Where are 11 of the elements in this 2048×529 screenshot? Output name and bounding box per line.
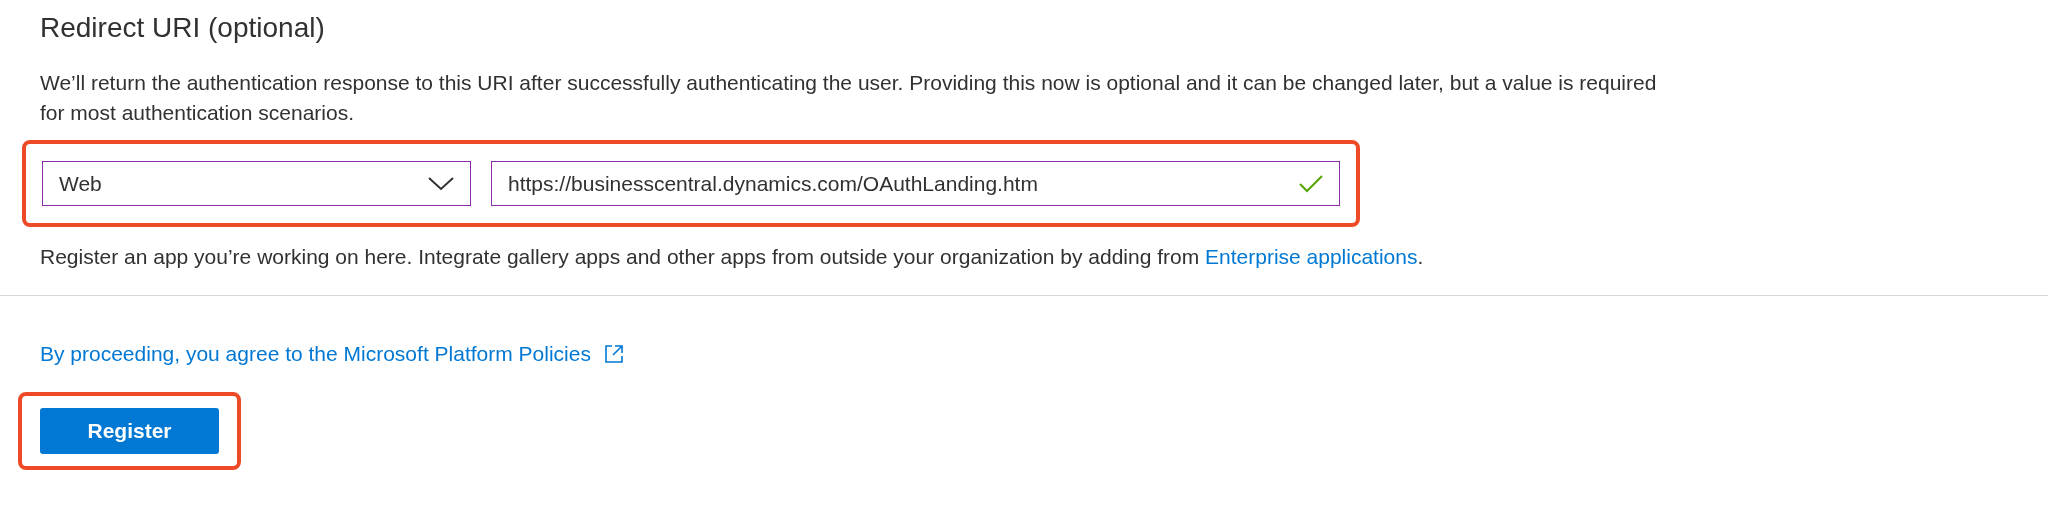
- hint-text: Register an app you’re working on here. Integrate gallery apps and other apps from outside your organization by adding from Enterprise applications.: [40, 245, 1425, 269]
- checkmark-icon: [1299, 174, 1323, 193]
- platform-policies-link[interactable]: By proceeding, you agree to the Microsoft Platform Policies: [40, 342, 591, 366]
- chevron-down-icon: [428, 176, 454, 191]
- platform-dropdown[interactable]: Web: [42, 161, 471, 206]
- uri-input-field[interactable]: https://businesscentral.dynamics.com/OAuthLanding.htm: [491, 161, 1340, 206]
- section-title: Redirect URI (optional): [40, 11, 326, 44]
- external-link-icon: [602, 343, 625, 365]
- enterprise-applications-link[interactable]: Enterprise applications: [1205, 245, 1418, 268]
- description-text: We’ll return the authentication response to this URI after successfully authenticating the user. Providing this now is optional and it can be changed later, but a value is required for most authentication scenarios.: [40, 70, 1658, 126]
- register-button[interactable]: Register: [40, 408, 219, 454]
